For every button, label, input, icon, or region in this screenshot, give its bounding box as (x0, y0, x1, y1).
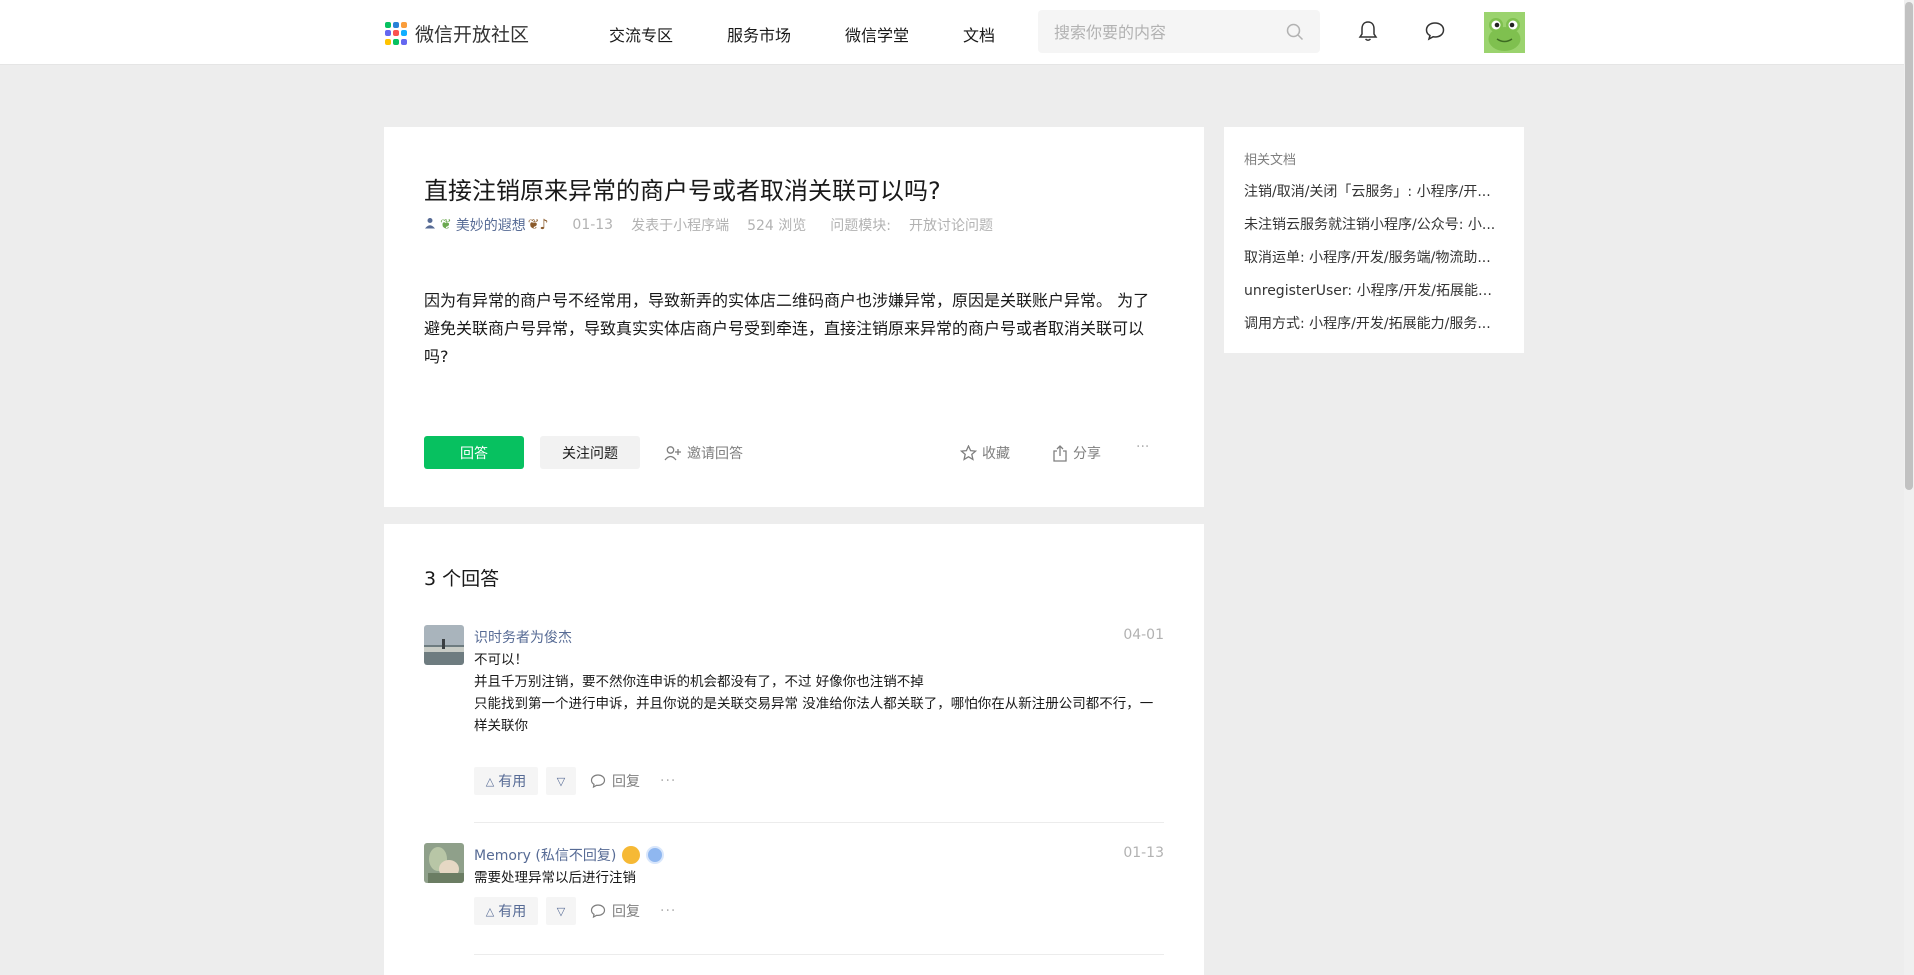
triangle-up-icon: △ (485, 774, 495, 788)
message-icon[interactable] (1424, 20, 1446, 46)
related-doc-link[interactable]: 注销/取消/关闭「云服务」: 小程序/开... (1244, 182, 1504, 215)
answer-divider (474, 954, 1164, 955)
related-doc-link[interactable]: unregisterUser: 小程序/开发/拓展能力... (1244, 281, 1504, 314)
related-docs-title: 相关文档 (1244, 153, 1297, 168)
decoration-emoji-icon: ❦♪ (527, 217, 549, 233)
answer-divider (474, 822, 1164, 823)
gold-medal-badge-icon (622, 846, 641, 864)
plant-photo-avatar-icon (424, 843, 464, 883)
answer-avatar[interactable] (424, 843, 464, 883)
leaf-emoji-icon: ❦ (440, 217, 452, 233)
answers-count: 3 个回答 (424, 568, 500, 590)
question-date: 01-13 (572, 217, 614, 233)
share-label: 分享 (1073, 446, 1101, 462)
logo-text: 微信开放社区 (415, 24, 530, 46)
useful-label: 有用 (498, 904, 527, 920)
star-icon (960, 445, 977, 461)
page-scrollbar[interactable] (1904, 0, 1914, 975)
favorite-label: 收藏 (982, 446, 1010, 462)
answer-line: 不可以！ (474, 652, 528, 668)
question-actions: 回答 关注问题 邀请回答 收藏 分享 ··· (424, 436, 1164, 470)
answer-item: Memory (私信不回复) 01-13 需要处理异常以后进行注销 △ 有用 ▽… (424, 843, 1164, 943)
not-useful-button[interactable]: ▽ (546, 767, 576, 795)
answer-actions: △ 有用 ▽ 回复 ··· (474, 897, 676, 925)
question-module-label: 问题模块: (830, 218, 891, 234)
related-docs-card: 相关文档 注销/取消/关闭「云服务」: 小程序/开... 未注销云服务就注销小程… (1224, 127, 1524, 353)
question-body: 因为有异常的商户号不经常用，导致新弄的实体店二维码商户也涉嫌异常，原因是关联账户… (424, 291, 1150, 366)
answer-more-button[interactable]: ··· (660, 773, 676, 789)
favorite-button[interactable]: 收藏 (960, 443, 1010, 463)
triangle-down-icon: ▽ (556, 904, 566, 918)
nav-item-community[interactable]: 交流专区 (609, 22, 673, 46)
question-title: 直接注销原来异常的商户号或者取消关联可以吗? (424, 177, 941, 205)
related-doc-link[interactable]: 取消运单: 小程序/开发/服务端/物流助... (1244, 248, 1504, 281)
nav-item-academy[interactable]: 微信学堂 (845, 22, 909, 46)
comment-icon (590, 904, 606, 919)
related-doc-link[interactable]: 调用方式: 小程序/开发/拓展能力/服务... (1244, 314, 1504, 347)
main-nav: 交流专区 服务市场 微信学堂 文档 (609, 22, 1049, 46)
triangle-up-icon: △ (485, 904, 495, 918)
question-module-value[interactable]: 开放讨论问题 (909, 215, 993, 235)
related-doc-link[interactable]: 未注销云服务就注销小程序/公众号: 小... (1244, 215, 1504, 248)
triangle-down-icon: ▽ (556, 774, 566, 788)
answer-author[interactable]: 识时务者为俊杰 (474, 627, 572, 647)
question-meta: ❦ 美妙的遐想 ❦♪ 01-13 发表于小程序端 524 浏览 问题模块: 开放… (424, 215, 993, 235)
nav-item-docs[interactable]: 文档 (963, 22, 995, 46)
bell-icon[interactable] (1358, 20, 1378, 46)
useful-button[interactable]: △ 有用 (474, 897, 538, 925)
answer-content: 不可以！ 并且千万别注销，要不然你连申诉的机会都没有了，不过 好像你也注销不掉 … (474, 649, 1154, 737)
nav-item-service-market[interactable]: 服务市场 (727, 22, 791, 46)
share-button[interactable]: 分享 (1052, 443, 1101, 463)
verified-badge-icon (646, 846, 665, 864)
question-card: 直接注销原来异常的商户号或者取消关联可以吗? ❦ 美妙的遐想 ❦♪ 01-13 … (384, 127, 1204, 507)
answer-author: Memory (私信不回复) (474, 845, 665, 865)
invite-user-icon (664, 446, 681, 461)
answer-avatar[interactable] (424, 625, 464, 665)
logo-grid-icon (385, 21, 409, 46)
answer-item: 识时务者为俊杰 04-01 不可以！ 并且千万别注销，要不然你连申诉的机会都没有… (424, 625, 1164, 795)
comment-icon (590, 774, 606, 789)
question-views: 524 浏览 (747, 218, 807, 234)
answer-date: 04-01 (1123, 627, 1164, 643)
reply-button[interactable]: 回复 (590, 901, 640, 921)
answer-line: 只能找到第一个进行申诉，并且你说的是关联交易异常 没准给你法人都关联了，哪怕你在… (474, 696, 1154, 734)
question-author[interactable]: 美妙的遐想 (456, 215, 526, 235)
answer-date: 01-13 (1123, 845, 1164, 861)
user-icon (424, 217, 436, 233)
beach-photo-avatar-icon (424, 625, 464, 665)
answer-author-name[interactable]: Memory (私信不回复) (474, 845, 616, 865)
reply-label: 回复 (612, 904, 640, 920)
top-navigation-bar: 微信开放社区 交流专区 服务市场 微信学堂 文档 (0, 0, 1914, 65)
search-icon[interactable] (1286, 23, 1304, 45)
follow-question-button[interactable]: 关注问题 (540, 436, 640, 469)
answer-actions: △ 有用 ▽ 回复 ··· (474, 767, 676, 795)
site-logo[interactable]: 微信开放社区 (385, 20, 529, 47)
answer-line: 需要处理异常以后进行注销 (474, 870, 636, 886)
answer-more-button[interactable]: ··· (660, 903, 676, 919)
share-icon (1053, 444, 1067, 462)
answer-button[interactable]: 回答 (424, 436, 524, 469)
answer-content: 需要处理异常以后进行注销 (474, 867, 1154, 889)
question-source: 发表于小程序端 (631, 218, 730, 234)
useful-button[interactable]: △ 有用 (474, 767, 538, 795)
answer-line: 并且千万别注销，要不然你连申诉的机会都没有了，不过 好像你也注销不掉 (474, 674, 924, 690)
reply-label: 回复 (612, 774, 640, 790)
invite-answer-label: 邀请回答 (687, 446, 743, 462)
not-useful-button[interactable]: ▽ (546, 897, 576, 925)
answers-card: 3 个回答 识时务者为俊杰 04-01 不可以！ 并且千万别注销，要不然你连申诉… (384, 524, 1204, 975)
reply-button[interactable]: 回复 (590, 771, 640, 791)
useful-label: 有用 (498, 774, 527, 790)
search-input[interactable] (1052, 10, 1276, 55)
invite-answer-button[interactable]: 邀请回答 (664, 443, 743, 463)
search-box (1038, 10, 1320, 55)
user-avatar[interactable] (1484, 12, 1525, 53)
more-options-button[interactable]: ··· (1136, 439, 1149, 455)
frog-avatar-icon (1484, 12, 1525, 53)
scrollbar-thumb[interactable] (1905, 2, 1913, 490)
